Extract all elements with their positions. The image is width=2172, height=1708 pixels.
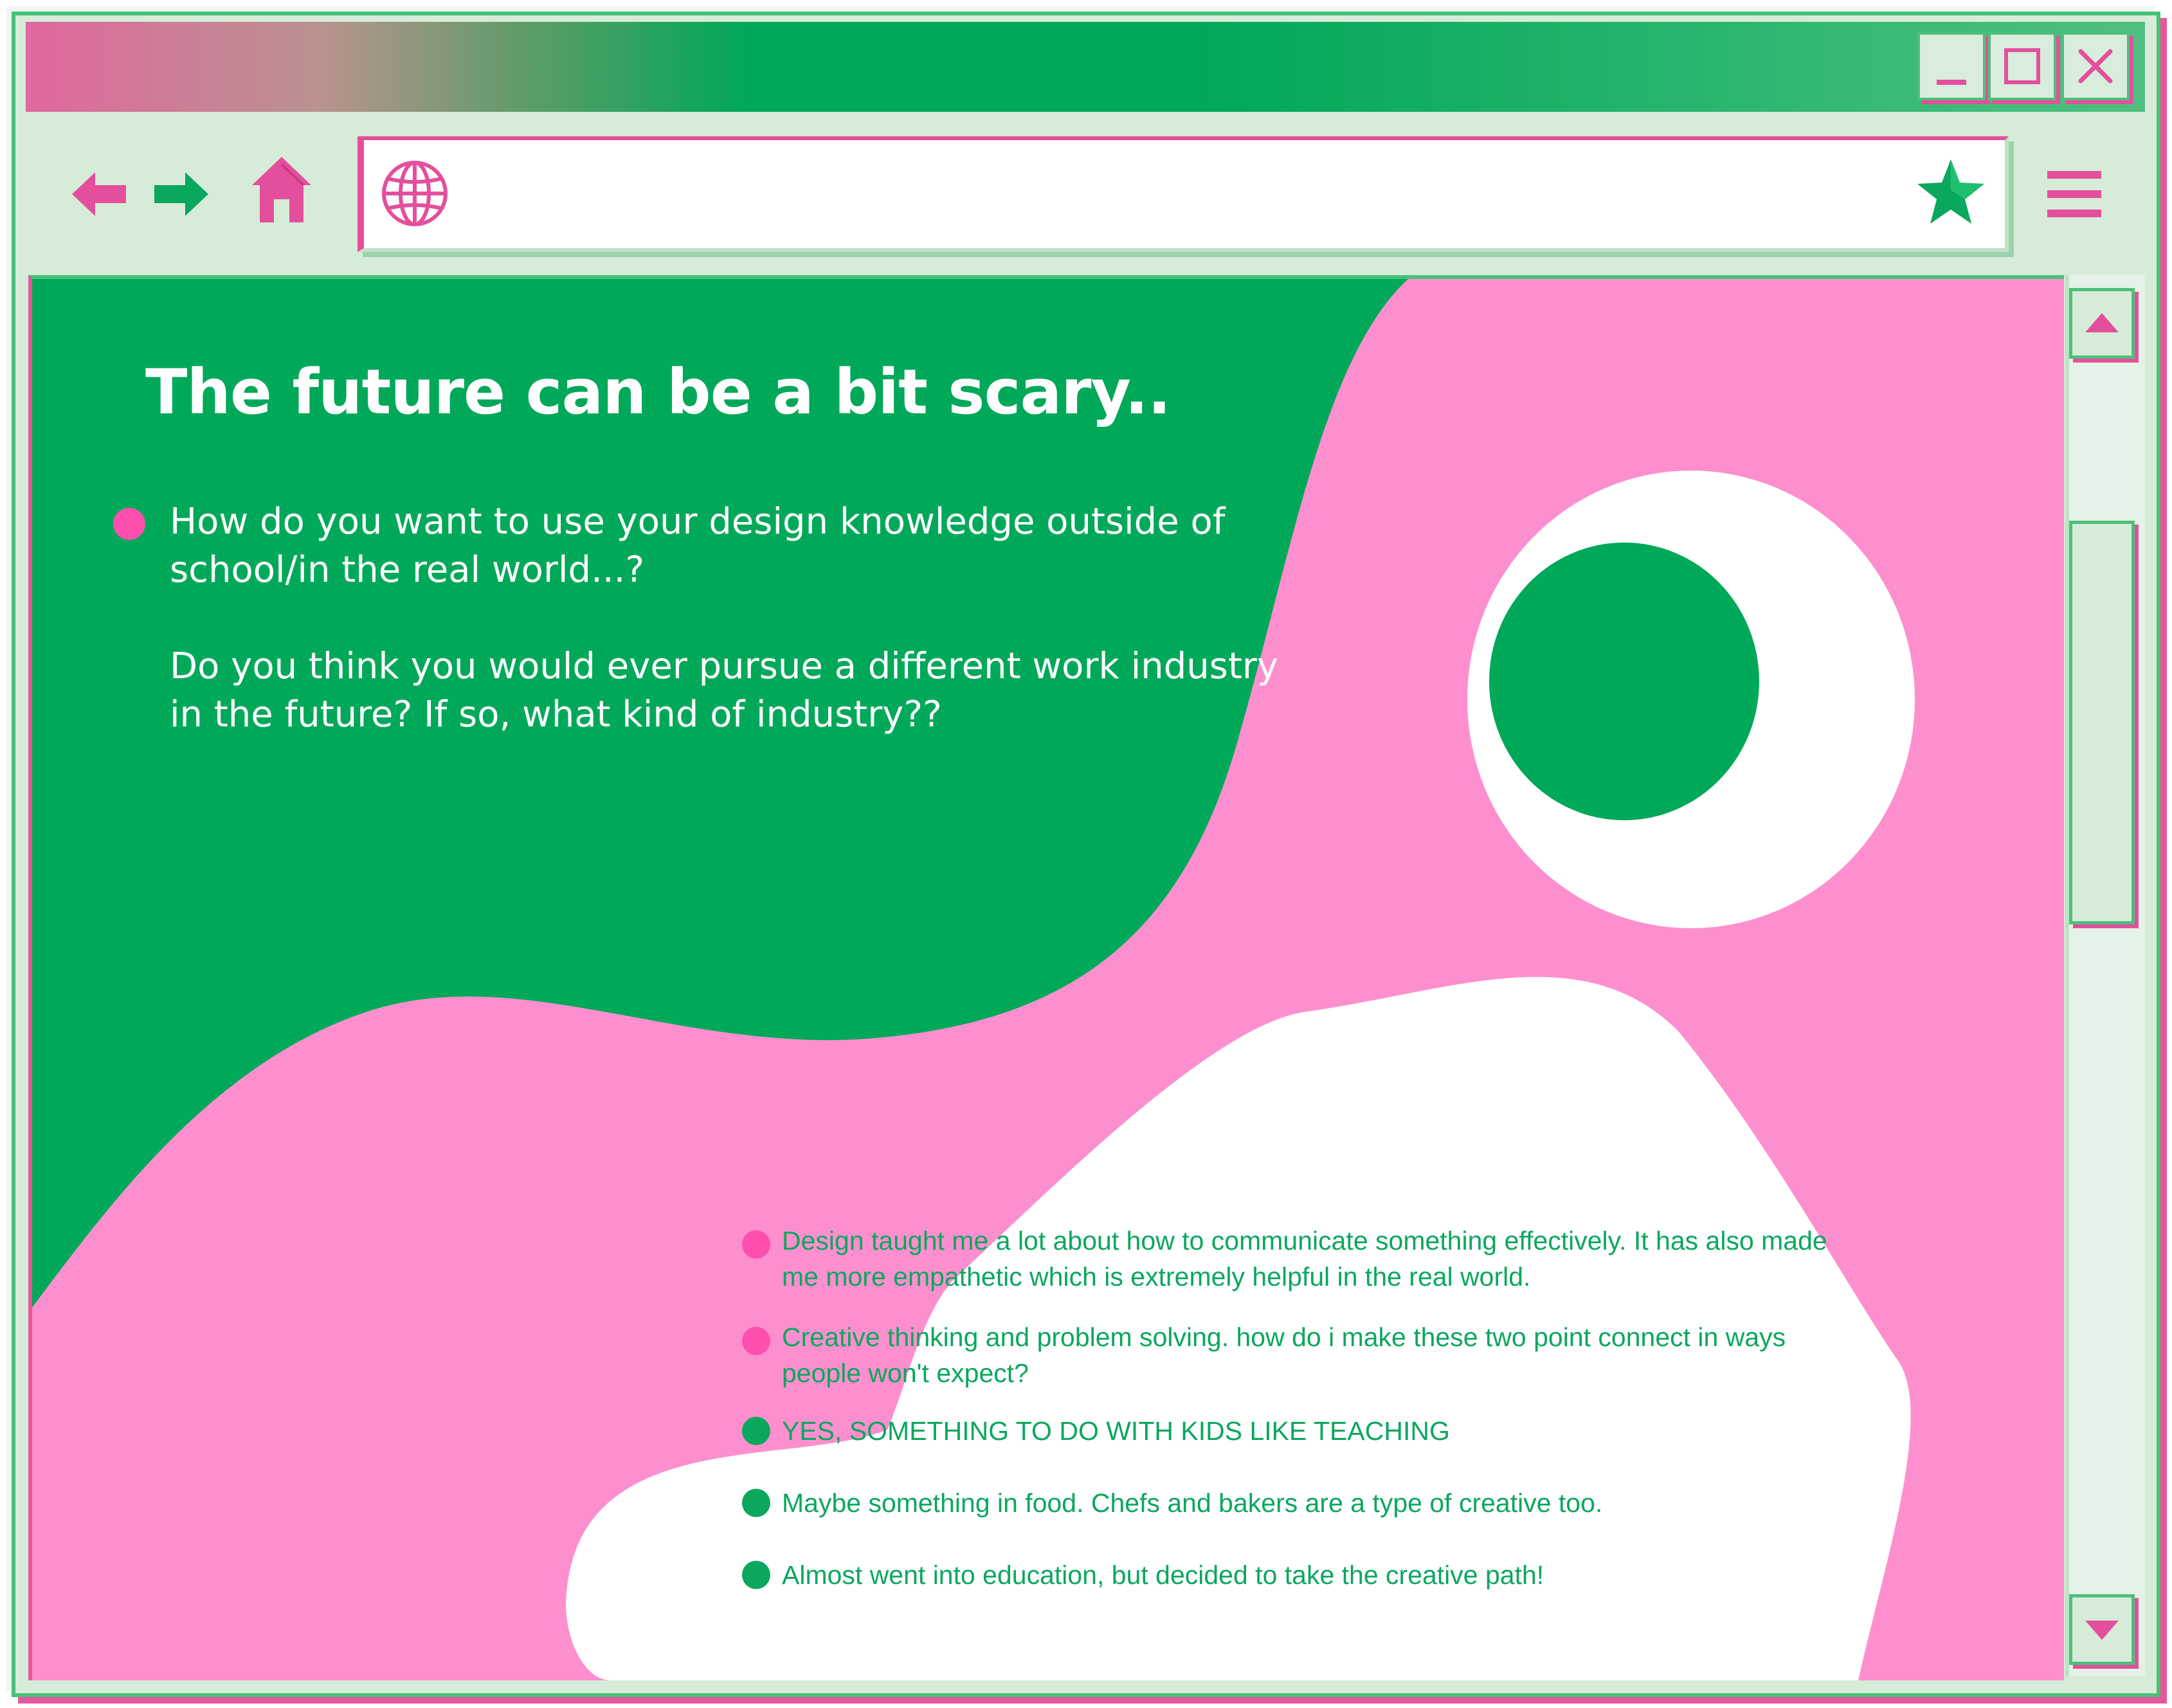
title-bar[interactable] <box>26 22 2145 112</box>
close-icon <box>2078 49 2113 84</box>
answer-text: YES, SOMETHING TO DO WITH KIDS LIKE TEAC… <box>782 1416 1450 1446</box>
page-viewport[interactable]: The future can be a bit scary.. How do y… <box>28 275 2064 1680</box>
intro-question: Do you think you would ever pursue a dif… <box>170 645 1279 735</box>
eye-pupil-shape <box>1489 543 1759 820</box>
bullet-dot <box>742 1327 770 1355</box>
intro-question: How do you want to use your design knowl… <box>170 501 1226 591</box>
minimize-button[interactable] <box>1917 32 1986 100</box>
home-icon[interactable] <box>249 153 314 225</box>
maximize-button[interactable] <box>1988 32 2056 100</box>
close-button[interactable] <box>2061 32 2130 100</box>
globe-icon <box>382 161 448 226</box>
scroll-down-icon <box>2085 1621 2119 1640</box>
answer-text: Maybe something in food. Chefs and baker… <box>782 1488 1603 1518</box>
bullet-dot <box>742 1417 770 1445</box>
bullet-dot <box>742 1561 770 1589</box>
answer-text: Almost went into education, but decided … <box>782 1560 1544 1590</box>
page-background <box>32 279 1915 1680</box>
answer-text: Design taught me a lot about how to comm… <box>782 1226 1827 1291</box>
forward-arrow-icon[interactable] <box>152 168 211 220</box>
maximize-icon <box>2004 48 2040 84</box>
back-arrow-icon[interactable] <box>69 168 129 220</box>
scroll-up-icon <box>2085 313 2119 332</box>
hamburger-menu-icon[interactable] <box>2045 168 2104 220</box>
address-bar[interactable] <box>357 136 2009 252</box>
scroll-up-button[interactable] <box>2069 288 2135 359</box>
answer-text: Creative thinking and problem solving. h… <box>782 1322 1786 1388</box>
minimize-icon <box>1937 80 1966 85</box>
intro-questions: How do you want to use your design knowl… <box>170 498 1301 787</box>
bullet-dot <box>742 1489 770 1517</box>
intro-bullet-dot <box>113 508 145 540</box>
scroll-down-button[interactable] <box>2069 1594 2135 1665</box>
page-title: The future can be a bit scary.. <box>145 356 1171 428</box>
bullet-dot <box>742 1230 770 1259</box>
star-icon[interactable] <box>1915 157 1987 226</box>
scrollbar-thumb[interactable] <box>2069 521 2135 924</box>
scrollbar-track[interactable] <box>2065 275 2145 1677</box>
